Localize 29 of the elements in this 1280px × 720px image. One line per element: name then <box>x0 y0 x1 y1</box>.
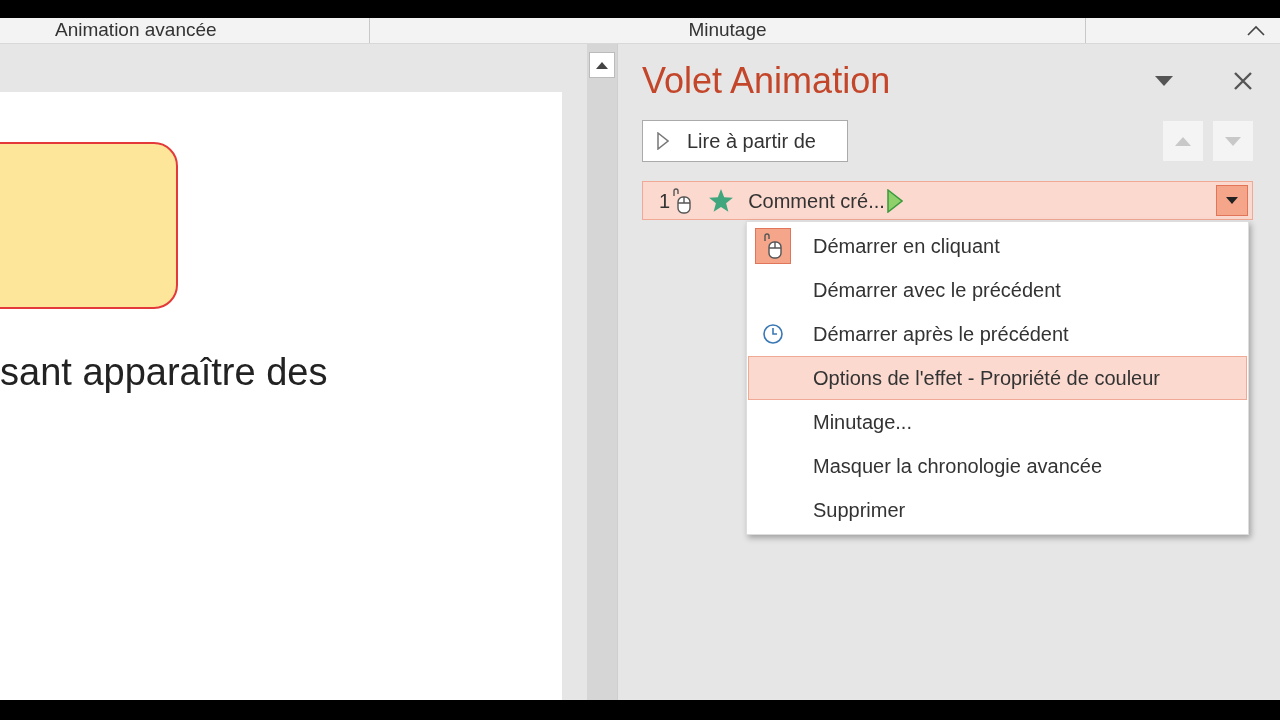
ribbon-group-label: Animation avancée <box>55 18 217 43</box>
up-arrow-icon <box>596 61 608 69</box>
down-arrow-icon <box>1225 136 1241 146</box>
menu-item[interactable]: Masquer la chronologie avancée <box>748 444 1247 488</box>
clock-icon <box>762 323 784 345</box>
animation-list-item[interactable]: 1 Comment cré... <box>642 181 1253 220</box>
pane-title: Volet Animation <box>642 59 892 103</box>
animation-name: Comment cré... <box>748 188 885 214</box>
star-icon <box>708 187 735 214</box>
mouse-icon <box>761 233 785 259</box>
menu-item[interactable]: Minutage... <box>748 400 1247 444</box>
pane-options-caret-icon[interactable] <box>1155 76 1173 86</box>
collapse-ribbon-icon[interactable] <box>1246 24 1266 37</box>
menu-item[interactable]: Supprimer <box>748 488 1247 532</box>
slide-text: sant apparaître des <box>0 353 329 391</box>
caret-icon <box>1226 197 1238 204</box>
close-icon[interactable] <box>1233 71 1253 91</box>
play-icon <box>657 132 669 150</box>
ribbon-group-label: Minutage <box>688 18 767 43</box>
up-arrow-icon <box>1175 136 1191 146</box>
play-from-button[interactable]: Lire à partir de <box>642 120 848 162</box>
item-dropdown-button[interactable] <box>1216 185 1248 216</box>
menu-item[interactable]: Démarrer avec le précédent <box>748 268 1247 312</box>
scroll-up-button[interactable] <box>589 52 615 78</box>
menu-item[interactable]: Démarrer après le précédent <box>748 312 1247 356</box>
menu-item[interactable]: Démarrer en cliquant <box>748 224 1247 268</box>
menu-item[interactable]: Options de l'effet - Propriété de couleur <box>748 356 1247 400</box>
animation-number: 1 <box>659 188 671 214</box>
play-triangle-icon <box>886 188 903 213</box>
